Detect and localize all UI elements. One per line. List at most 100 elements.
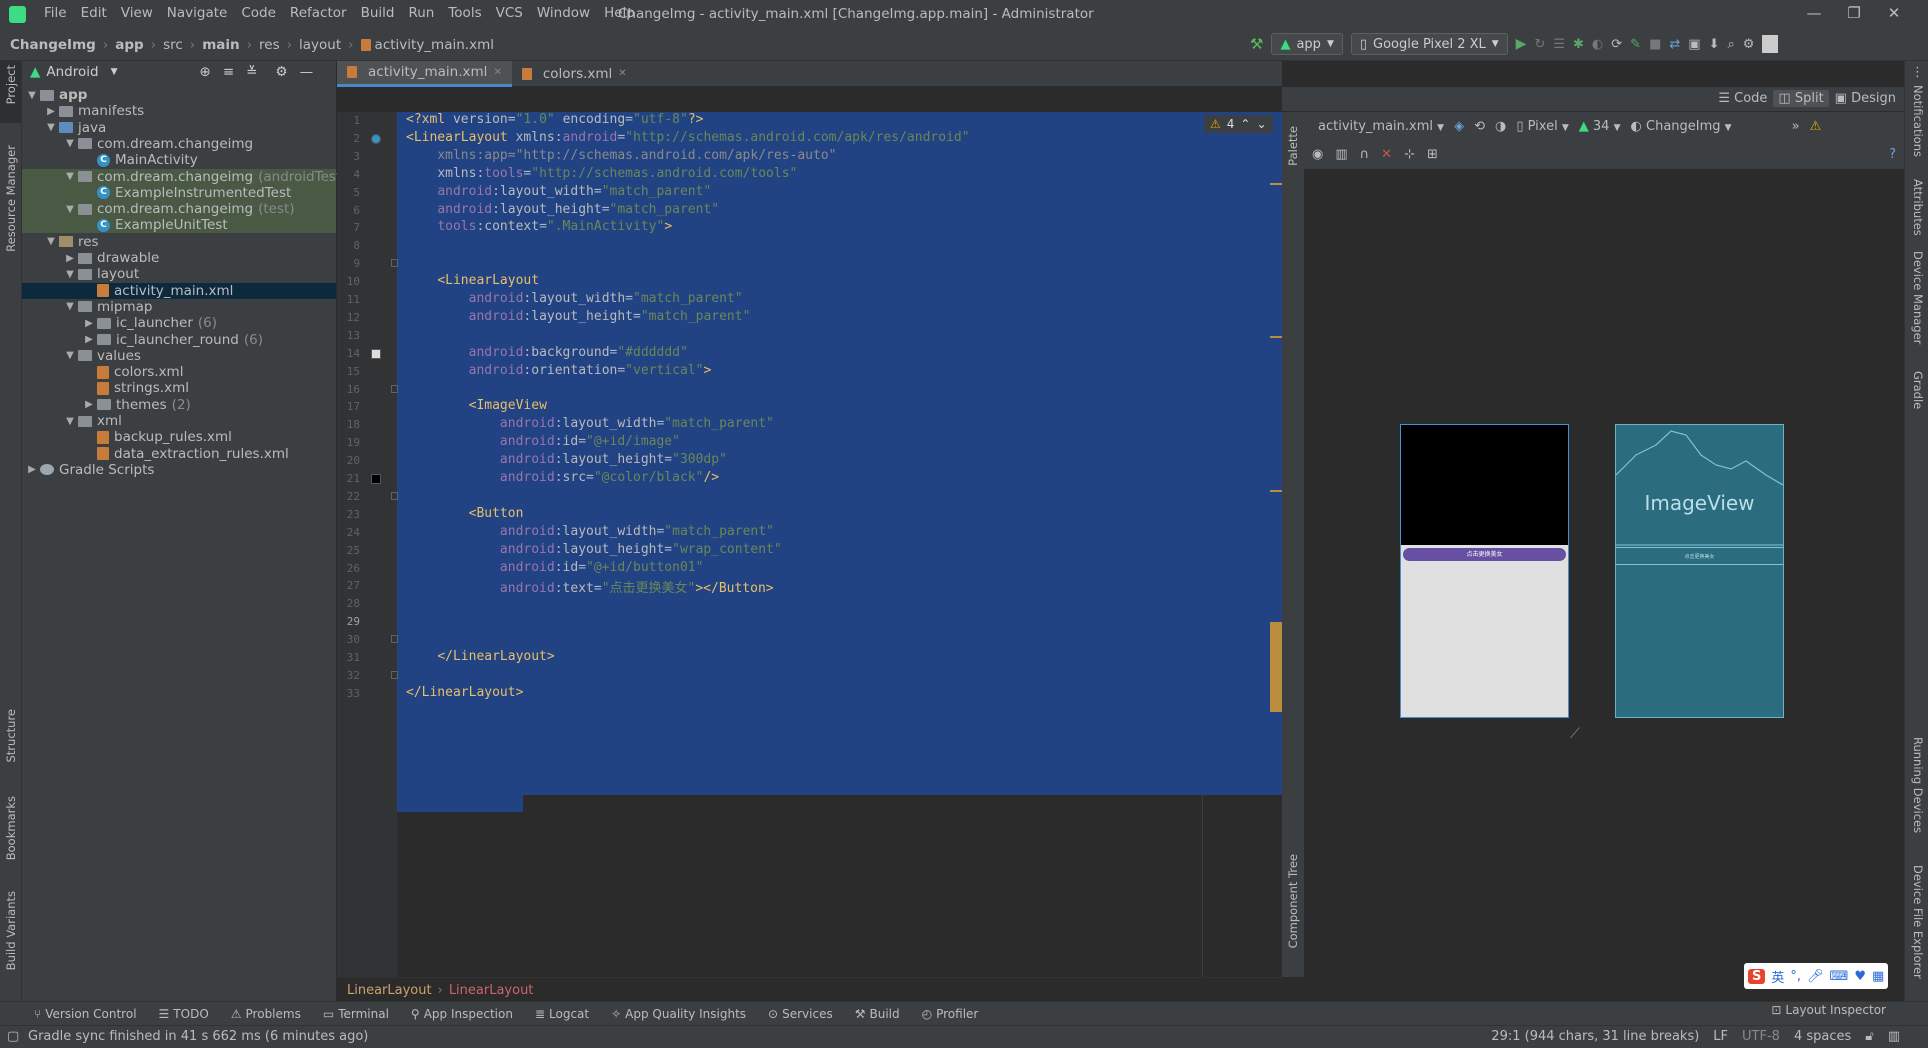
code-line[interactable]: android:layout_width="match_parent" bbox=[406, 184, 711, 199]
highlight-stripe[interactable] bbox=[1270, 622, 1282, 712]
rerun-icon[interactable]: ↻ bbox=[1534, 37, 1545, 52]
ime-keyboard-icon[interactable]: ⌨ bbox=[1830, 969, 1849, 984]
chevron-down-icon[interactable]: ▼ bbox=[62, 416, 78, 427]
bottom-tab-version-control[interactable]: ⑂ Version Control bbox=[34, 1007, 137, 1021]
blueprint-preview[interactable]: ImageView 点击更换美女 bbox=[1615, 424, 1784, 718]
menu-run[interactable]: Run bbox=[408, 5, 434, 21]
image-view-preview[interactable] bbox=[1401, 425, 1568, 545]
menu-window[interactable]: Window bbox=[537, 5, 590, 21]
split-mode-button[interactable]: ◫ Split bbox=[1773, 90, 1829, 107]
tool-tab-build-variants[interactable]: Build Variants bbox=[4, 891, 18, 970]
chevron-down-icon[interactable]: ▼ bbox=[62, 204, 78, 215]
bottom-tab-profiler[interactable]: ◴ Profiler bbox=[922, 1007, 979, 1021]
chevron-down-icon[interactable]: ▼ bbox=[111, 67, 118, 77]
blueprint-icon[interactable]: ▥ bbox=[1335, 147, 1347, 162]
menu-edit[interactable]: Edit bbox=[81, 5, 107, 21]
apply-changes-icon[interactable]: ✎ bbox=[1630, 37, 1641, 52]
code-line[interactable]: </LinearLayout> bbox=[406, 685, 523, 700]
attach-debugger-icon[interactable]: ⟳ bbox=[1611, 37, 1622, 52]
ime-toolbar[interactable]: S 英 °, 🎤︎ ⌨ ♥ ▦ bbox=[1744, 963, 1889, 989]
magnet-icon[interactable]: ∩ bbox=[1360, 147, 1370, 162]
previous-highlight-icon[interactable]: ⌃ bbox=[1240, 117, 1250, 131]
expand-all-icon[interactable]: ≡ bbox=[223, 64, 234, 80]
tool-tab-palette[interactable]: Palette bbox=[1286, 126, 1300, 166]
tab-activity_main-xml[interactable]: activity_main.xml ✕ bbox=[337, 60, 512, 87]
code-line[interactable]: android:id="@+id/image" bbox=[406, 434, 680, 449]
class-gutter-icon[interactable] bbox=[371, 133, 381, 144]
tool-tab-resource-manager[interactable]: Resource Manager bbox=[4, 145, 18, 252]
memory-icon[interactable]: ▥ bbox=[1888, 1029, 1900, 1044]
code-line[interactable]: <?xml version="1.0" encoding="utf-8"?> bbox=[406, 112, 703, 127]
tab-colors-xml[interactable]: colors.xml ✕ bbox=[512, 61, 637, 87]
code-line[interactable]: xmlns:tools="http://schemas.android.com/… bbox=[406, 166, 797, 181]
line-separator[interactable]: LF bbox=[1713, 1029, 1728, 1044]
tool-tab-attributes[interactable]: Attributes bbox=[1911, 179, 1925, 236]
more-vertical-icon[interactable]: ⋮ bbox=[1911, 65, 1924, 80]
bottom-tab-build[interactable]: ⚒ Build bbox=[855, 1007, 900, 1021]
code-line[interactable]: android:layout_height="300dp" bbox=[406, 452, 727, 467]
clear-constraints-icon[interactable]: ✕ bbox=[1381, 147, 1392, 162]
code-line[interactable]: android:src="@color/black"/> bbox=[406, 470, 719, 485]
status-toggle-icon[interactable]: ▢ bbox=[7, 1029, 19, 1044]
fold-marker-icon[interactable] bbox=[391, 384, 398, 393]
menu-code[interactable]: Code bbox=[241, 5, 276, 21]
close-tab-icon[interactable]: ✕ bbox=[618, 68, 626, 79]
tree-item[interactable]: C ExampleUnitTest bbox=[81, 215, 228, 235]
menu-refactor[interactable]: Refactor bbox=[290, 5, 347, 21]
bottom-tab-app-inspection[interactable]: ⚲ App Inspection bbox=[411, 1007, 513, 1021]
chevron-right-icon[interactable]: ▶ bbox=[81, 334, 97, 345]
layers-icon[interactable]: ◈ bbox=[1454, 119, 1464, 134]
code-line[interactable]: android:layout_width="match_parent" bbox=[406, 524, 774, 539]
indent-setting[interactable]: 4 spaces bbox=[1794, 1029, 1851, 1044]
chevron-right-icon[interactable]: ▶ bbox=[43, 106, 59, 117]
breadcrumb-linearlayout-inner[interactable]: LinearLayout bbox=[449, 983, 534, 998]
settings-gear-icon[interactable]: ⚙ bbox=[1743, 37, 1755, 52]
tool-tab-device-file-explorer[interactable]: Device File Explorer bbox=[1911, 865, 1925, 979]
tree-item[interactable]: ▶ Gradle Scripts bbox=[24, 460, 154, 480]
chevron-down-icon[interactable]: ▼ bbox=[62, 269, 78, 280]
fold-marker-icon[interactable] bbox=[391, 670, 398, 679]
chevron-right-icon[interactable]: ▶ bbox=[81, 318, 97, 329]
device-manager-icon[interactable]: ▣ bbox=[1688, 37, 1700, 52]
next-highlight-icon[interactable]: ⌄ bbox=[1256, 117, 1266, 131]
chevron-down-icon[interactable]: ▼ bbox=[62, 138, 78, 149]
breadcrumb-item[interactable]: app bbox=[115, 37, 143, 53]
api-level-select[interactable]: ▲ 34 ▼ bbox=[1579, 119, 1621, 134]
search-icon[interactable]: ⌕ bbox=[1727, 37, 1734, 52]
ime-punctuation-icon[interactable]: °, bbox=[1790, 969, 1801, 984]
design-mode-button[interactable]: ▣ Design bbox=[1835, 91, 1896, 106]
profile-icon[interactable]: ◐ bbox=[1592, 37, 1603, 52]
code-line[interactable]: tools:context=".MainActivity"> bbox=[406, 219, 672, 234]
code-line[interactable]: <LinearLayout bbox=[406, 273, 539, 288]
breadcrumb-item[interactable]: res bbox=[259, 37, 280, 53]
breadcrumb-item[interactable]: main bbox=[202, 37, 239, 53]
code-line[interactable]: <Button bbox=[406, 506, 524, 521]
code-line[interactable]: </LinearLayout> bbox=[406, 649, 554, 664]
tool-tab-notifications[interactable]: Notifications bbox=[1911, 85, 1925, 157]
code-line[interactable]: android:layout_height="match_parent" bbox=[406, 309, 751, 324]
bottom-tab-todo[interactable]: ☰ TODO bbox=[159, 1007, 209, 1021]
fold-marker-icon[interactable] bbox=[391, 259, 398, 268]
chevron-right-icon[interactable]: ▶ bbox=[24, 464, 40, 475]
tool-tab-structure[interactable]: Structure bbox=[4, 709, 18, 763]
tool-tab-project[interactable]: Project bbox=[4, 65, 18, 104]
caret-position[interactable]: 29:1 (944 chars, 31 line breaks) bbox=[1491, 1029, 1699, 1044]
code-line[interactable]: <LinearLayout xmlns:android="http://sche… bbox=[406, 130, 970, 145]
file-encoding[interactable]: UTF-8 bbox=[1742, 1029, 1780, 1044]
chevron-down-icon[interactable]: ▼ bbox=[62, 301, 78, 312]
chevron-right-icon[interactable]: ▶ bbox=[62, 253, 78, 264]
status-message[interactable]: Gradle sync finished in 41 s 662 ms (6 m… bbox=[28, 1029, 368, 1044]
warning-stripe[interactable] bbox=[1270, 183, 1282, 185]
chevron-down-icon[interactable]: ▼ bbox=[62, 171, 78, 182]
orientation-icon[interactable]: ⟲ bbox=[1474, 119, 1485, 134]
chevron-down-icon[interactable]: ▼ bbox=[43, 236, 59, 247]
color-swatch-icon[interactable] bbox=[371, 474, 381, 484]
warning-icon[interactable]: ⚠ bbox=[1810, 119, 1822, 134]
code-line[interactable]: android:layout_height="match_parent" bbox=[406, 202, 719, 217]
close-icon[interactable]: ✕ bbox=[1874, 4, 1914, 22]
menu-tools[interactable]: Tools bbox=[448, 5, 481, 21]
help-icon[interactable]: ? bbox=[1889, 147, 1896, 162]
layout-inspector-tab[interactable]: ⊡ Layout Inspector bbox=[1771, 1003, 1886, 1017]
locate-target-icon[interactable]: ⊕ bbox=[200, 64, 211, 80]
tool-tab-component-tree[interactable]: Component Tree bbox=[1286, 854, 1300, 948]
